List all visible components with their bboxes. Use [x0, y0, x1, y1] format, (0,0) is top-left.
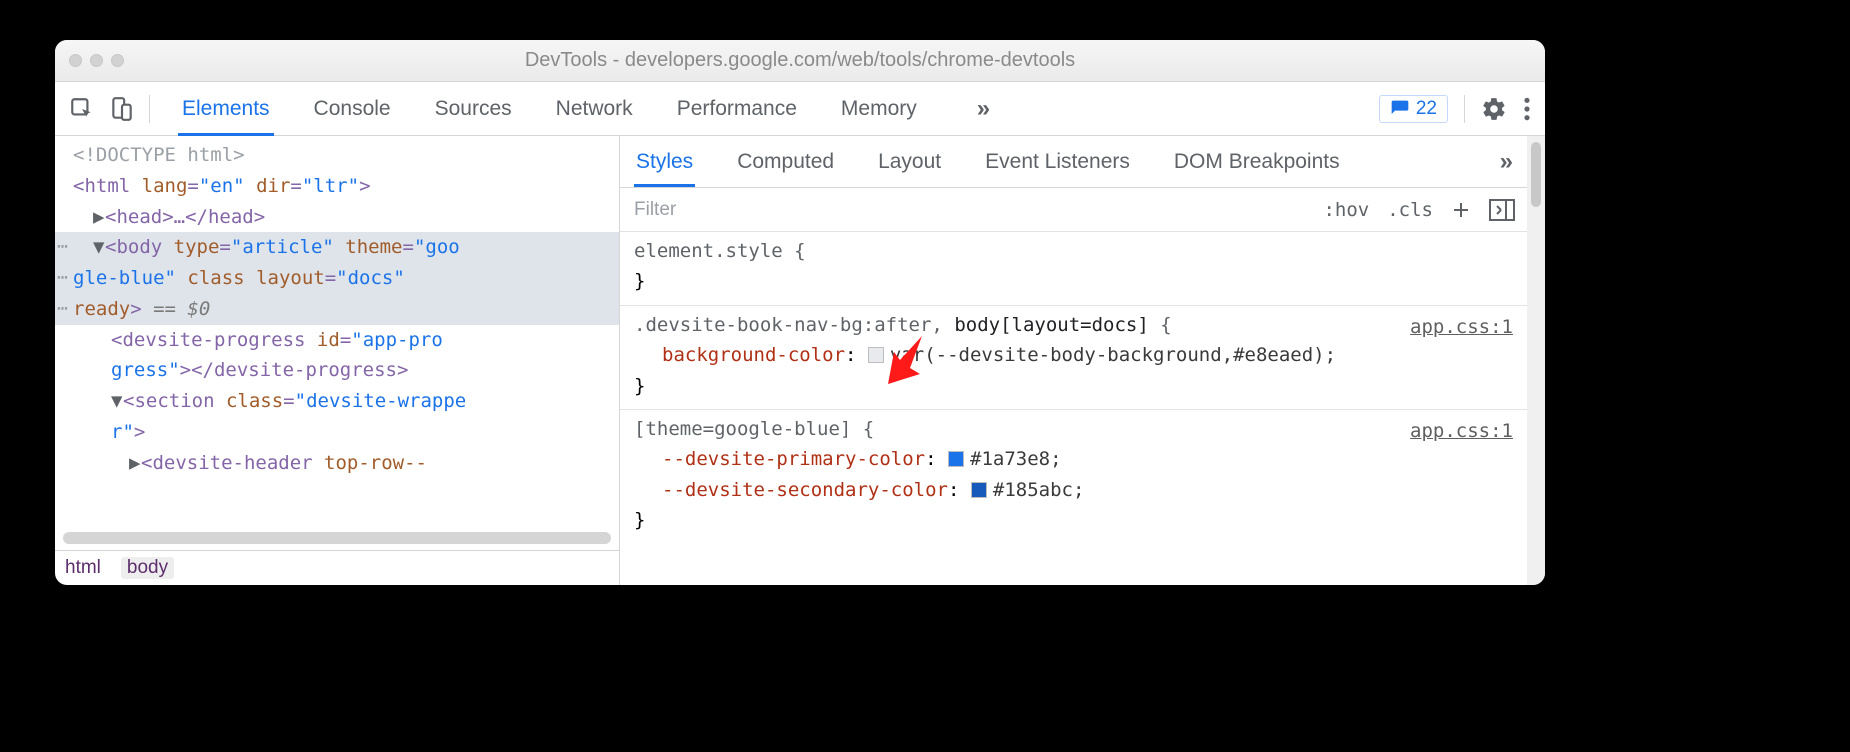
dom-html-open[interactable]: <html lang="en" dir="ltr"> — [55, 171, 619, 202]
cls-toggle[interactable]: .cls — [1387, 199, 1433, 221]
source-link[interactable]: app.css:1 — [1410, 416, 1513, 446]
inspect-element-icon[interactable] — [69, 96, 95, 122]
dom-body-selected-line3[interactable]: ready> == $0 — [55, 294, 619, 325]
tab-event-listeners[interactable]: Event Listeners — [983, 140, 1132, 184]
minimize-icon[interactable] — [90, 54, 103, 67]
tab-dom-breakpoints[interactable]: DOM Breakpoints — [1172, 140, 1342, 184]
tab-layout[interactable]: Layout — [876, 140, 943, 184]
color-swatch-icon[interactable] — [868, 347, 884, 363]
device-mode-icon[interactable] — [109, 96, 135, 122]
workspace: <!DOCTYPE html> <html lang="en" dir="ltr… — [55, 136, 1545, 585]
sidebar-toggle-icon[interactable] — [1489, 199, 1515, 221]
styles-panel: Styles Computed Layout Event Listeners D… — [620, 136, 1545, 585]
more-styles-tabs-icon[interactable]: » — [1500, 148, 1513, 176]
crumb-html[interactable]: html — [65, 557, 101, 579]
dom-devsite-progress-line2[interactable]: gress"></devsite-progress> — [55, 355, 619, 386]
brace-close: } — [634, 266, 1513, 296]
rule-body-layout-docs[interactable]: app.css:1 .devsite-book-nav-bg:after, bo… — [620, 306, 1527, 410]
rule-element-style[interactable]: element.style { } — [620, 232, 1527, 306]
titlebar: DevTools - developers.google.com/web/too… — [55, 40, 1545, 82]
brace-close: } — [634, 505, 1513, 535]
dom-panel: <!DOCTYPE html> <html lang="en" dir="ltr… — [55, 136, 620, 585]
dom-head[interactable]: ▶<head>…</head> — [55, 202, 619, 233]
zoom-icon[interactable] — [111, 54, 124, 67]
dom-body-selected[interactable]: ▼<body type="article" theme="goo — [55, 232, 619, 263]
dom-devsite-header[interactable]: ▶<devsite-header top-row-- — [55, 448, 619, 479]
scrollbar-thumb[interactable] — [1531, 142, 1541, 207]
hov-toggle[interactable]: :hov — [1323, 199, 1369, 221]
tab-console[interactable]: Console — [310, 85, 395, 133]
tab-sources[interactable]: Sources — [431, 85, 516, 133]
tab-performance[interactable]: Performance — [673, 85, 801, 133]
source-link[interactable]: app.css:1 — [1410, 312, 1513, 342]
window-title: DevTools - developers.google.com/web/too… — [55, 49, 1545, 72]
main-toolbar: Elements Console Sources Network Perform… — [55, 82, 1545, 136]
tab-styles[interactable]: Styles — [634, 140, 695, 187]
devtools-window: DevTools - developers.google.com/web/too… — [55, 40, 1545, 585]
prop-background-color[interactable]: background-color: var(--devsite-body-bac… — [634, 340, 1513, 370]
selector-text: element.style { — [634, 236, 1513, 266]
messages-badge[interactable]: 22 — [1379, 95, 1448, 123]
color-swatch-icon[interactable] — [971, 482, 987, 498]
breadcrumb: html body — [55, 550, 619, 585]
styles-rules[interactable]: element.style { } app.css:1 .devsite-boo… — [620, 232, 1527, 585]
prop-secondary-color[interactable]: --devsite-secondary-color: #185abc; — [634, 475, 1513, 505]
tab-elements[interactable]: Elements — [178, 85, 274, 136]
selector-text: [theme=google-blue] { — [634, 414, 1513, 444]
crumb-body[interactable]: body — [121, 557, 174, 579]
rule-theme-google-blue[interactable]: app.css:1 [theme=google-blue] { --devsit… — [620, 410, 1527, 544]
dom-body-selected-line2[interactable]: gle-blue" class layout="docs" — [55, 263, 619, 294]
main-tabs: Elements Console Sources Network Perform… — [178, 85, 990, 133]
styles-filter-input[interactable] — [632, 195, 1309, 225]
dom-section[interactable]: ▼<section class="devsite-wrappe — [55, 386, 619, 417]
horizontal-scrollbar[interactable] — [63, 532, 611, 544]
tab-network[interactable]: Network — [552, 85, 637, 133]
tab-computed[interactable]: Computed — [735, 140, 836, 184]
dom-tree[interactable]: <!DOCTYPE html> <html lang="en" dir="ltr… — [55, 136, 619, 532]
toolbar-separator — [1464, 95, 1465, 123]
toolbar-separator — [149, 95, 150, 123]
window-traffic-lights — [69, 54, 124, 67]
close-icon[interactable] — [69, 54, 82, 67]
vertical-scrollbar[interactable] — [1527, 136, 1545, 585]
prop-primary-color[interactable]: --devsite-primary-color: #1a73e8; — [634, 444, 1513, 474]
selector-text: .devsite-book-nav-bg:after, body[layout=… — [634, 310, 1513, 340]
kebab-menu-icon[interactable] — [1523, 96, 1531, 122]
styles-tabs: Styles Computed Layout Event Listeners D… — [620, 136, 1527, 188]
brace-close: } — [634, 371, 1513, 401]
settings-icon[interactable] — [1481, 96, 1507, 122]
dom-section-line2[interactable]: r"> — [55, 417, 619, 448]
dom-devsite-progress[interactable]: <devsite-progress id="app-pro — [55, 325, 619, 356]
more-tabs-icon[interactable]: » — [977, 95, 990, 123]
messages-count: 22 — [1416, 98, 1437, 120]
styles-filterbar: :hov .cls — [620, 188, 1527, 232]
add-rule-icon[interactable] — [1451, 200, 1471, 220]
tab-memory[interactable]: Memory — [837, 85, 921, 133]
speech-bubble-icon — [1390, 99, 1410, 119]
dom-doctype[interactable]: <!DOCTYPE html> — [55, 140, 619, 171]
color-swatch-icon[interactable] — [948, 451, 964, 467]
